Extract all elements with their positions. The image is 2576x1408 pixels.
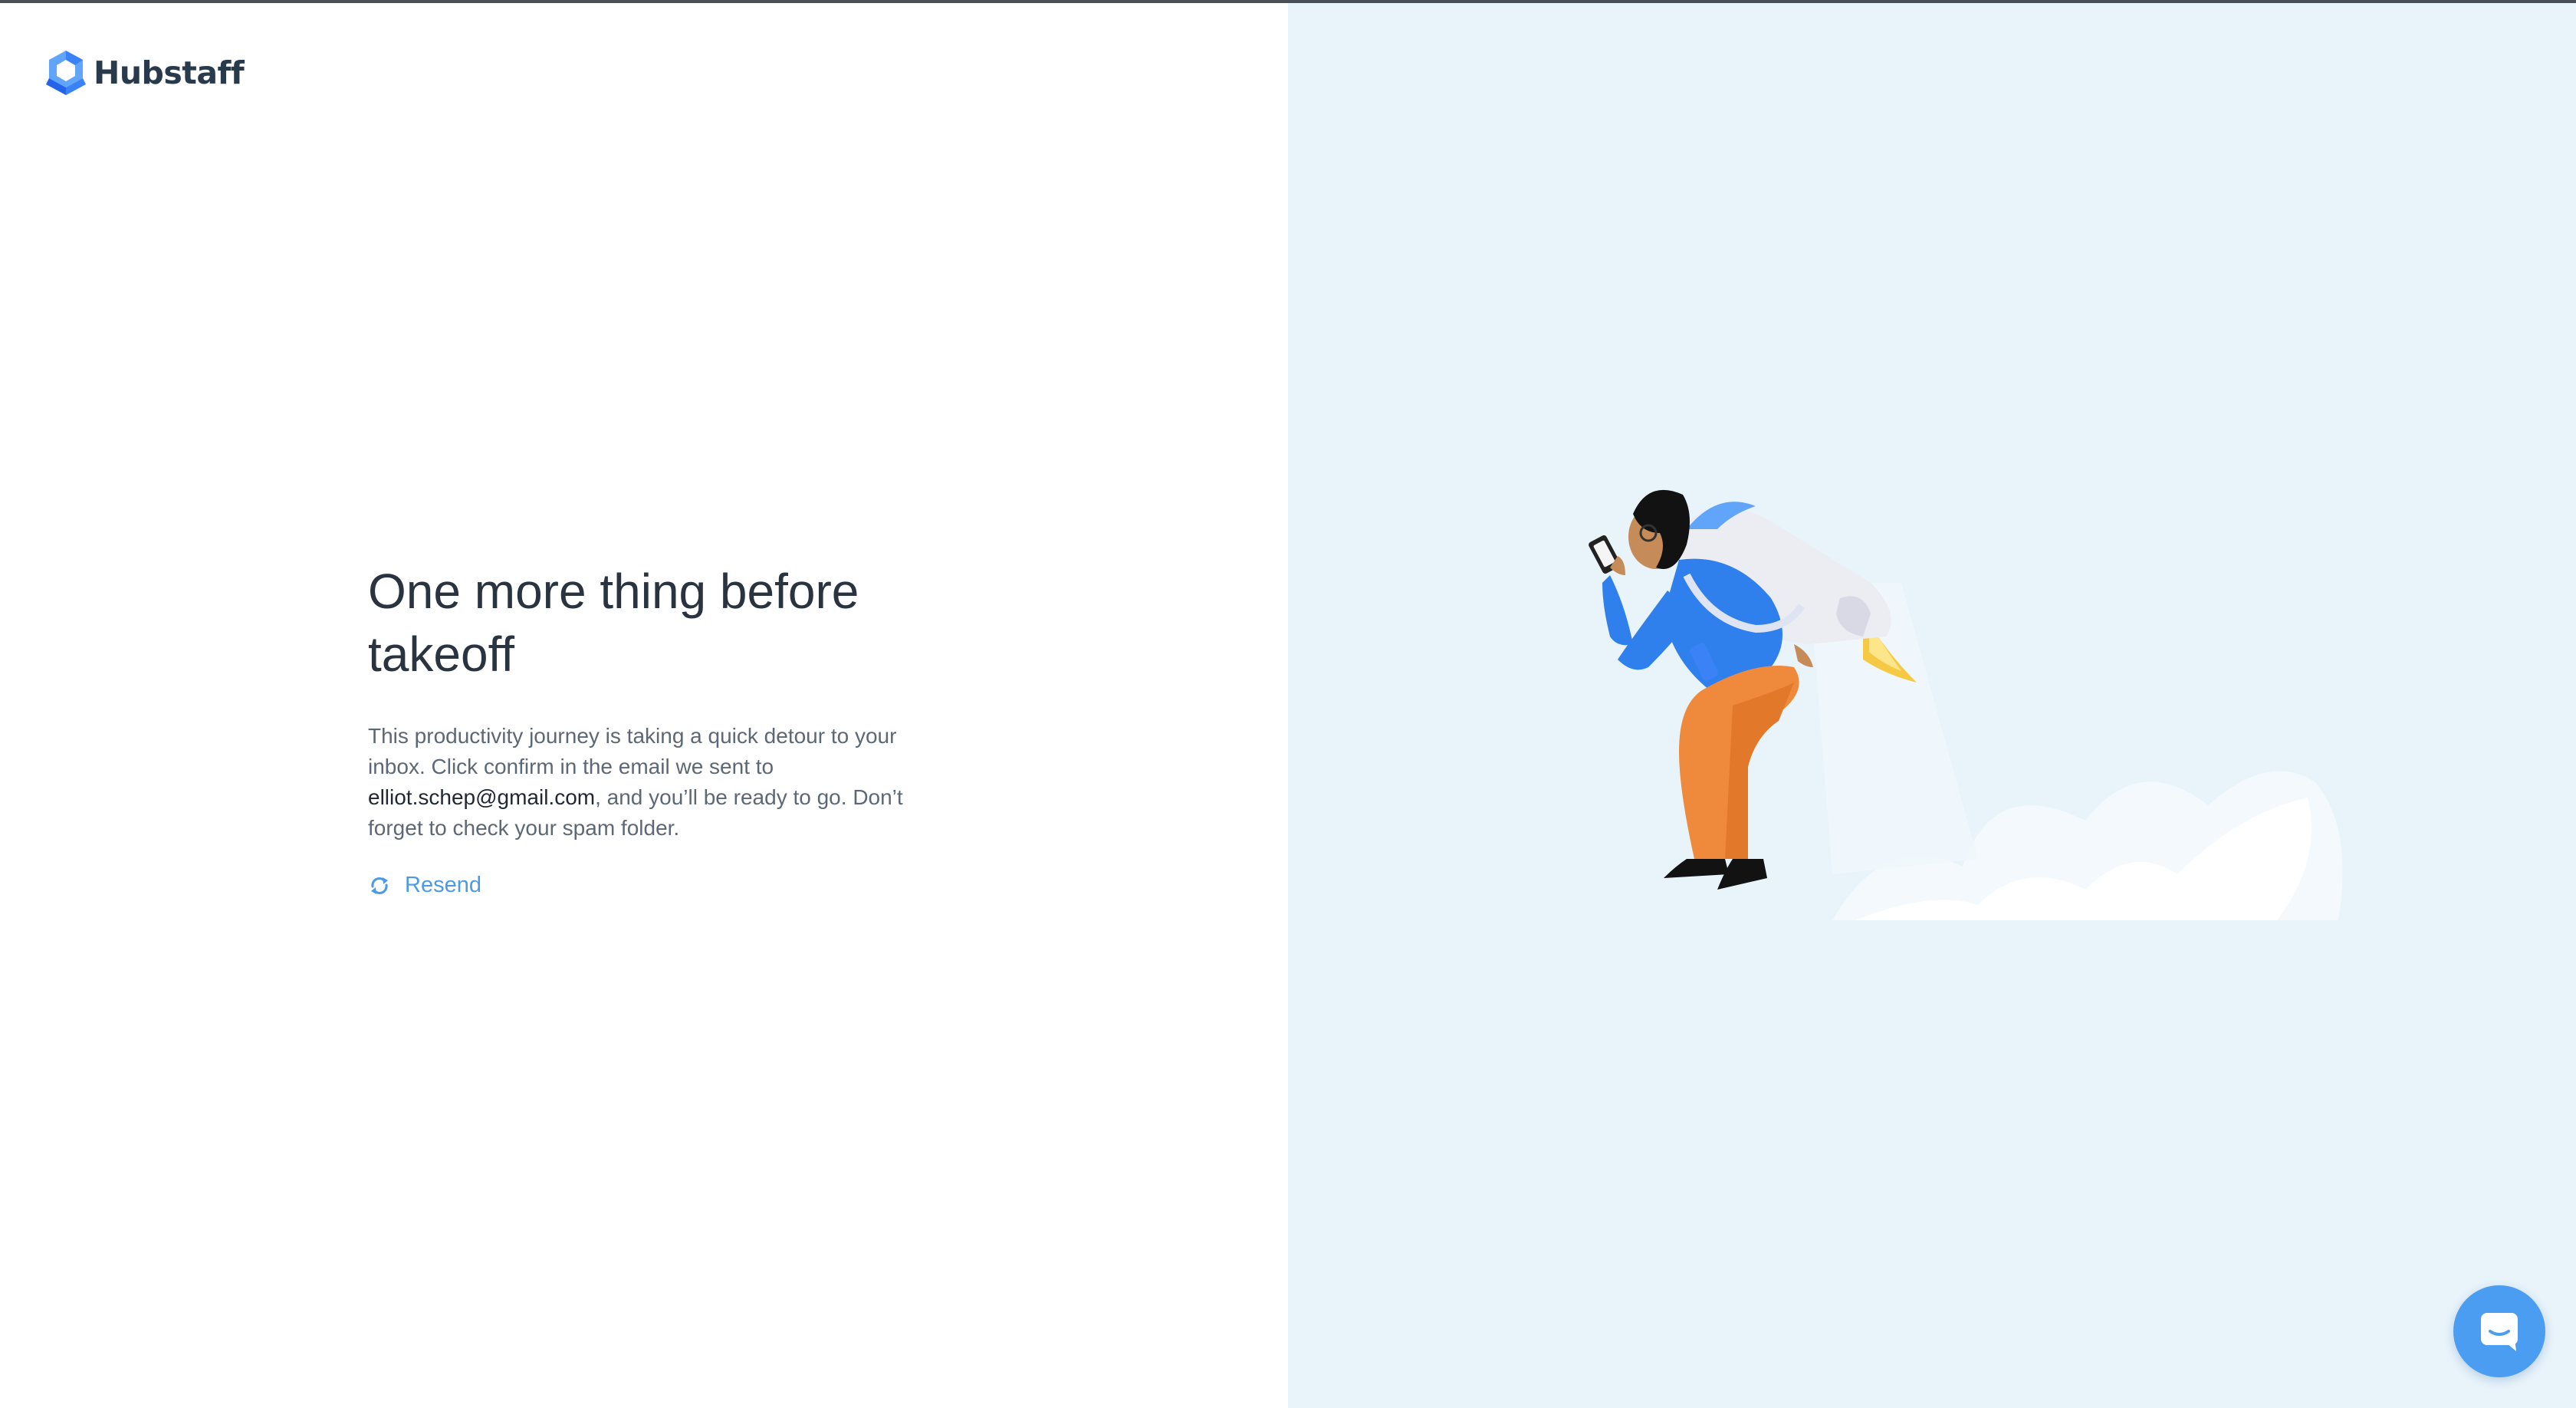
smoke-clouds: [1809, 583, 2343, 920]
resend-label: Resend: [405, 873, 481, 897]
chat-launcher-button[interactable]: [2453, 1285, 2545, 1377]
brand-name: Hubstaff: [94, 54, 245, 91]
chat-icon: [2481, 1313, 2518, 1351]
message-part-1: This productivity journey is taking a qu…: [368, 724, 897, 778]
confirmation-content: One more thing before takeoff This produ…: [368, 560, 905, 898]
hubstaff-logo[interactable]: Hubstaff: [44, 49, 245, 97]
resend-button[interactable]: Resend: [368, 873, 481, 898]
page-title: One more thing before takeoff: [368, 560, 905, 686]
left-pane: Hubstaff One more thing before takeoff T…: [0, 3, 1288, 1408]
headline-line-1: One more thing before: [368, 564, 859, 619]
email-address: elliot.schep@gmail.com: [368, 785, 596, 809]
jetpack-person-illustration: [1589, 489, 2343, 920]
hubstaff-logo-icon: [46, 51, 86, 95]
headline-line-2: takeoff: [368, 627, 514, 682]
confirmation-message: This productivity journey is taking a qu…: [368, 721, 905, 844]
refresh-icon: [371, 877, 388, 894]
